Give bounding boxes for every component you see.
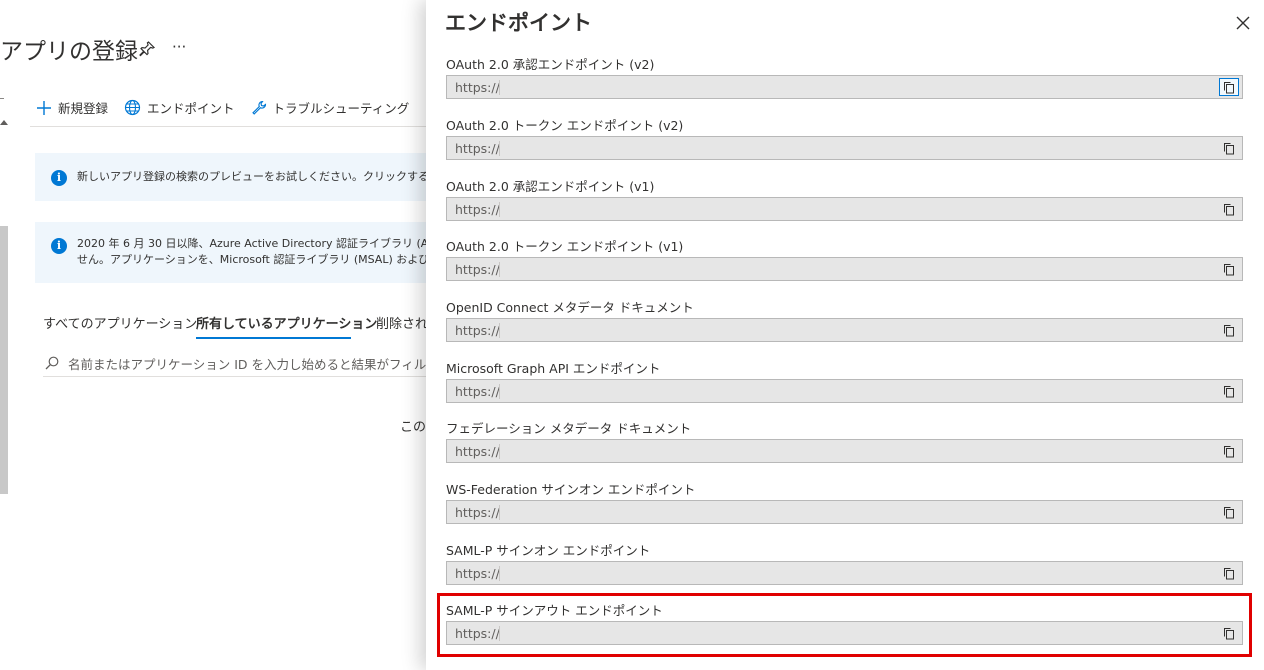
- copy-icon: [1224, 324, 1234, 336]
- scrollbar-thumb[interactable]: [0, 226, 8, 494]
- copy-button[interactable]: [1219, 260, 1239, 278]
- endpoint-label: OAuth 2.0 承認エンドポイント (v1): [446, 179, 655, 194]
- copy-button[interactable]: [1219, 503, 1239, 521]
- copy-button[interactable]: [1219, 139, 1239, 157]
- endpoint-url-value: https://: [455, 626, 500, 641]
- info-icon: i: [51, 170, 67, 186]
- endpoints-label: エンドポイント: [147, 101, 235, 116]
- copy-button[interactable]: [1219, 78, 1239, 96]
- endpoint-url-value: https://: [455, 505, 500, 520]
- endpoints-button[interactable]: エンドポイント: [124, 98, 235, 117]
- endpoint-url-field[interactable]: https://: [446, 439, 1243, 463]
- command-bar-divider: [30, 126, 430, 127]
- preview-banner[interactable]: i 新しいアプリ登録の検索のプレビューをお試しください。クリックするとプレビュー: [35, 153, 435, 201]
- endpoint-url-field[interactable]: https://: [446, 561, 1243, 585]
- plus-icon: [37, 100, 51, 115]
- more-options-icon[interactable]: ···: [172, 38, 186, 56]
- adal-deprecation-banner: i 2020 年 6 月 30 日以降、Azure Active Directo…: [35, 222, 435, 283]
- endpoint-url-value: https://: [455, 384, 500, 399]
- endpoint-url-value: https://: [455, 323, 500, 338]
- copy-button[interactable]: [1219, 564, 1239, 582]
- endpoint-url-field[interactable]: https://: [446, 75, 1243, 99]
- tab-deleted-applications[interactable]: 削除され: [376, 313, 428, 332]
- endpoint-label: OAuth 2.0 トークン エンドポイント (v2): [446, 118, 684, 133]
- close-icon[interactable]: [1235, 15, 1251, 31]
- copy-icon: [1224, 81, 1234, 93]
- info-icon: i: [51, 238, 67, 254]
- endpoint-url-field[interactable]: https://: [446, 197, 1243, 221]
- endpoint-url-field[interactable]: https://: [446, 500, 1243, 524]
- empty-state-text: この: [400, 420, 427, 435]
- copy-icon: [1224, 506, 1234, 518]
- endpoint-label: WS-Federation サインオン エンドポイント: [446, 482, 696, 497]
- panel-title: エンドポイント: [445, 11, 592, 35]
- new-registration-label: 新規登録: [58, 101, 109, 116]
- copy-icon: [1224, 567, 1234, 579]
- endpoint-url-field[interactable]: https://: [446, 318, 1243, 342]
- endpoint-label: フェデレーション メタデータ ドキュメント: [446, 421, 692, 436]
- endpoint-url-value: https://: [455, 566, 500, 581]
- troubleshooting-button[interactable]: トラブルシューティング: [251, 98, 410, 117]
- endpoint-url-value: https://: [455, 444, 500, 459]
- adal-banner-line-1: 2020 年 6 月 30 日以降、Azure Active Directory…: [77, 237, 435, 250]
- copy-button[interactable]: [1219, 321, 1239, 339]
- copy-button[interactable]: [1219, 442, 1239, 460]
- endpoint-url-value: https://: [455, 202, 500, 217]
- pin-icon[interactable]: [138, 40, 156, 58]
- active-tab-indicator: [196, 337, 351, 339]
- copy-icon: [1224, 627, 1234, 639]
- wrench-icon: [251, 100, 266, 115]
- copy-icon: [1224, 385, 1234, 397]
- adal-banner-line-2: せん。アプリケーションを、Microsoft 認証ライブラリ (MSAL) およ…: [77, 253, 435, 266]
- tab-owned-applications[interactable]: 所有しているアプリケーション: [196, 313, 377, 332]
- copy-button[interactable]: [1219, 382, 1239, 400]
- copy-icon: [1224, 445, 1234, 457]
- copy-icon: [1224, 142, 1234, 154]
- tab-all-applications[interactable]: すべてのアプリケーション: [43, 313, 197, 332]
- endpoint-label: SAML-P サインアウト エンドポイント: [446, 603, 663, 618]
- endpoint-label: OpenID Connect メタデータ ドキュメント: [446, 300, 694, 315]
- globe-icon: [124, 99, 141, 116]
- endpoint-label: SAML-P サインオン エンドポイント: [446, 543, 651, 558]
- divider: [0, 98, 4, 99]
- scroll-up-arrow-icon[interactable]: [0, 118, 8, 126]
- endpoint-url-field[interactable]: https://: [446, 257, 1243, 281]
- command-bar: 新規登録 エンドポイント トラブルシューティング 最新: [36, 98, 489, 117]
- new-registration-button[interactable]: 新規登録: [36, 98, 108, 117]
- endpoints-panel: エンドポイント OAuth 2.0 承認エンドポイント (v2) https:/…: [426, 0, 1264, 670]
- adal-banner-text: 2020 年 6 月 30 日以降、Azure Active Directory…: [77, 236, 435, 268]
- preview-banner-text: 新しいアプリ登録の検索のプレビューをお試しください。クリックするとプレビュー: [77, 170, 435, 183]
- endpoint-label: OAuth 2.0 トークン エンドポイント (v1): [446, 239, 684, 254]
- endpoint-label: Microsoft Graph API エンドポイント: [446, 361, 661, 376]
- search-icon: [45, 356, 59, 370]
- endpoint-url-field[interactable]: https://: [446, 621, 1243, 645]
- search-input[interactable]: 名前またはアプリケーション ID を入力し始めると結果がフィルター処理さ: [43, 349, 489, 377]
- copy-button[interactable]: [1219, 200, 1239, 218]
- endpoint-url-field[interactable]: https://: [446, 136, 1243, 160]
- endpoint-url-value: https://: [455, 80, 500, 95]
- endpoint-label: OAuth 2.0 承認エンドポイント (v2): [446, 57, 655, 72]
- endpoint-url-value: https://: [455, 262, 500, 277]
- troubleshooting-label: トラブルシューティング: [272, 101, 410, 116]
- endpoint-url-value: https://: [455, 141, 500, 156]
- endpoint-url-field[interactable]: https://: [446, 379, 1243, 403]
- copy-icon: [1224, 263, 1234, 275]
- page-title: アプリの登録: [0, 39, 138, 65]
- copy-icon: [1224, 203, 1234, 215]
- copy-button[interactable]: [1219, 624, 1239, 642]
